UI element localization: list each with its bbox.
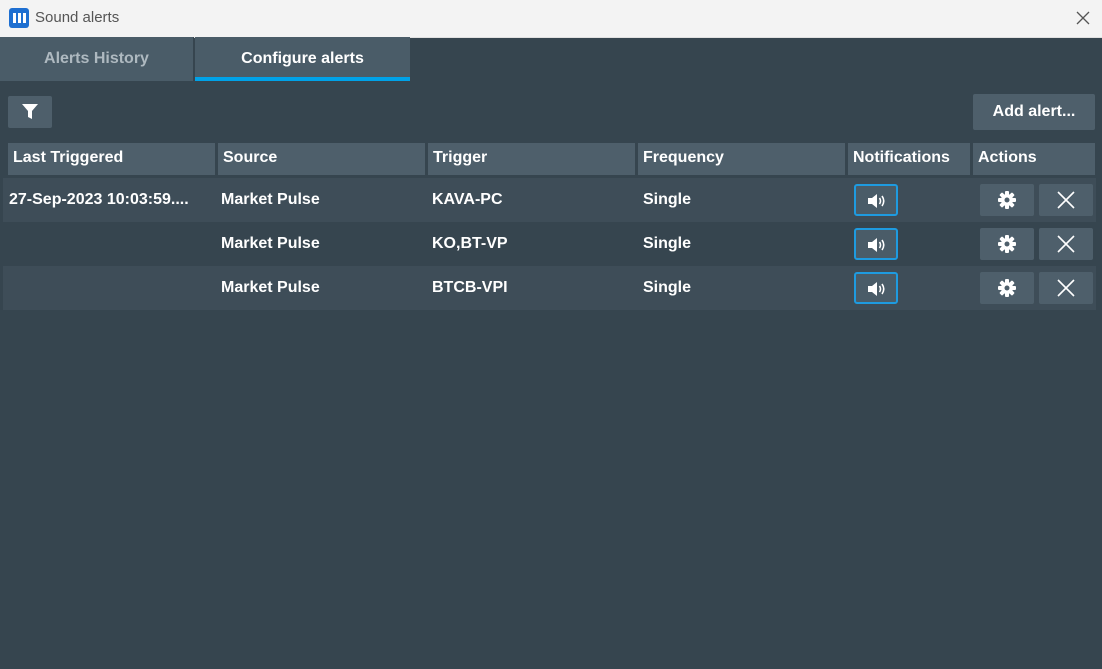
window-title: Sound alerts xyxy=(35,9,120,26)
cell-trigger: BTCB-VPI xyxy=(432,279,508,296)
cell-frequency: Single xyxy=(643,191,692,208)
gear-icon xyxy=(998,191,1016,209)
cell-source: Market Pulse xyxy=(221,235,320,252)
close-icon xyxy=(1076,11,1090,25)
settings-button[interactable] xyxy=(980,184,1034,216)
cell-trigger: KO,BT-VP xyxy=(432,235,508,252)
table-row[interactable]: Market Pulse KO,BT-VP Single xyxy=(0,222,1102,266)
close-icon xyxy=(1057,235,1075,253)
cell-last-triggered xyxy=(9,222,212,266)
speaker-icon xyxy=(868,238,885,252)
filter-icon xyxy=(22,104,38,119)
column-header-notifications[interactable]: Notifications xyxy=(848,143,970,175)
cell-last-triggered xyxy=(9,266,212,310)
settings-button[interactable] xyxy=(980,272,1034,304)
notification-sound-button[interactable] xyxy=(854,228,898,260)
table-row[interactable]: 27-Sep-2023 10:03:59.... Market Pulse KA… xyxy=(0,178,1102,222)
cell-frequency: Single xyxy=(643,235,692,252)
notification-sound-button[interactable] xyxy=(854,184,898,216)
gear-icon xyxy=(998,235,1016,253)
table-header: Last Triggered Source Trigger Frequency … xyxy=(0,143,1102,175)
tab-bar: Alerts History Configure alerts xyxy=(0,37,1102,81)
column-header-actions[interactable]: Actions xyxy=(973,143,1095,175)
app-logo-icon xyxy=(9,8,29,28)
add-alert-button[interactable]: Add alert... xyxy=(973,94,1095,130)
column-header-source[interactable]: Source xyxy=(218,143,425,175)
cell-source: Market Pulse xyxy=(221,191,320,208)
close-icon xyxy=(1057,191,1075,209)
tab-configure-alerts[interactable]: Configure alerts xyxy=(195,37,410,81)
cell-last-triggered: 27-Sep-2023 10:03:59.... xyxy=(9,191,189,208)
column-header-trigger[interactable]: Trigger xyxy=(428,143,635,175)
settings-button[interactable] xyxy=(980,228,1034,260)
filter-button[interactable] xyxy=(8,96,52,128)
cell-frequency: Single xyxy=(643,279,692,296)
gear-icon xyxy=(998,279,1016,297)
title-bar: Sound alerts xyxy=(0,0,1102,38)
tab-alerts-history[interactable]: Alerts History xyxy=(0,37,194,81)
table-row[interactable]: Market Pulse BTCB-VPI Single xyxy=(0,266,1102,310)
delete-button[interactable] xyxy=(1039,184,1093,216)
column-header-last-triggered[interactable]: Last Triggered xyxy=(8,143,215,175)
column-header-frequency[interactable]: Frequency xyxy=(638,143,845,175)
cell-trigger: KAVA-PC xyxy=(432,191,503,208)
speaker-icon xyxy=(868,282,885,296)
speaker-icon xyxy=(868,194,885,208)
delete-button[interactable] xyxy=(1039,272,1093,304)
cell-source: Market Pulse xyxy=(221,279,320,296)
delete-button[interactable] xyxy=(1039,228,1093,260)
close-icon xyxy=(1057,279,1075,297)
close-button[interactable] xyxy=(1070,6,1096,30)
notification-sound-button[interactable] xyxy=(854,272,898,304)
